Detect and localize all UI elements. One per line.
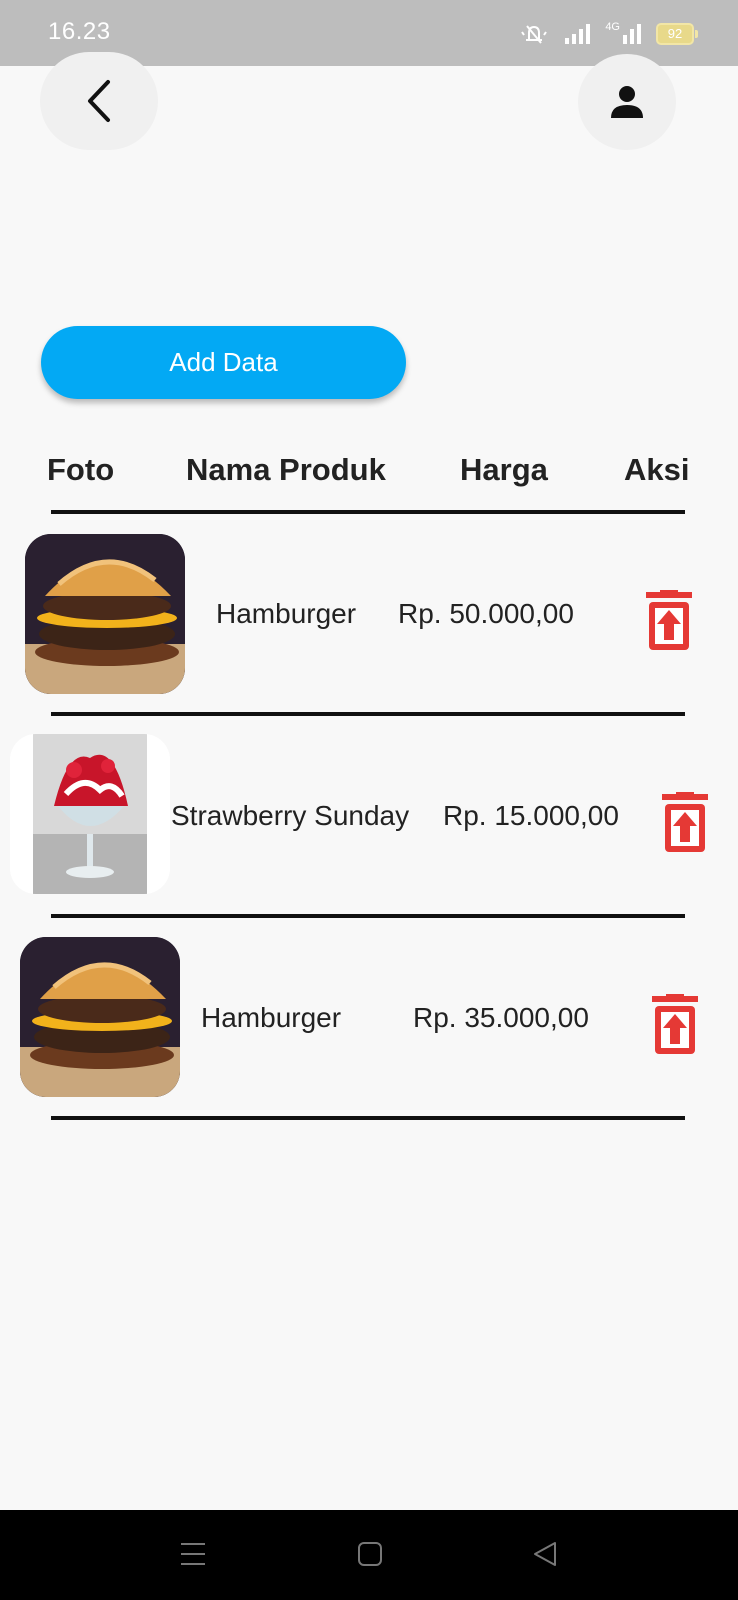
- header-foto: Foto: [47, 452, 115, 487]
- profile-button[interactable]: [578, 54, 676, 150]
- status-time: 16.23: [48, 18, 111, 45]
- product-price: Rp. 50.000,00: [398, 598, 574, 629]
- product-thumbnail: [20, 937, 180, 1097]
- delete-icon[interactable]: [660, 792, 710, 854]
- strawberry-sundae-photo: [10, 734, 170, 894]
- network-type: 4G: [605, 21, 642, 45]
- menu-icon[interactable]: [180, 1542, 206, 1566]
- delete-icon[interactable]: [644, 590, 694, 652]
- hamburger-photo: [20, 937, 180, 1097]
- signal-icon: [565, 24, 591, 44]
- header-aksi: Aksi: [624, 452, 690, 487]
- hamburger-photo: [25, 534, 185, 694]
- row-divider: [51, 712, 685, 716]
- chevron-left-icon: [88, 80, 110, 122]
- product-price: Rp. 35.000,00: [413, 1002, 589, 1033]
- delete-icon[interactable]: [650, 994, 700, 1056]
- battery-icon: 92: [656, 23, 698, 45]
- person-icon: [611, 86, 643, 118]
- back-triangle-icon[interactable]: [532, 1541, 558, 1567]
- row-divider: [51, 914, 685, 918]
- product-thumbnail: [10, 734, 170, 894]
- product-name: Strawberry Sunday: [171, 800, 410, 831]
- product-thumbnail: [25, 534, 185, 694]
- header-divider: [51, 510, 685, 514]
- product-price: Rp. 15.000,00: [443, 800, 619, 831]
- add-data-button[interactable]: Add Data: [41, 326, 406, 399]
- product-name: Hamburger: [216, 598, 357, 629]
- header-nama-produk: Nama Produk: [186, 452, 386, 487]
- navigation-bar: [0, 1510, 738, 1600]
- signal-4g-icon: [623, 24, 641, 44]
- row-divider: [51, 1116, 685, 1120]
- home-square-icon[interactable]: [357, 1541, 383, 1567]
- status-icons: 4G 92: [519, 20, 698, 48]
- header-harga: Harga: [460, 452, 548, 487]
- mute-icon: [521, 25, 548, 44]
- product-name: Hamburger: [201, 1002, 342, 1033]
- back-button[interactable]: [40, 52, 158, 150]
